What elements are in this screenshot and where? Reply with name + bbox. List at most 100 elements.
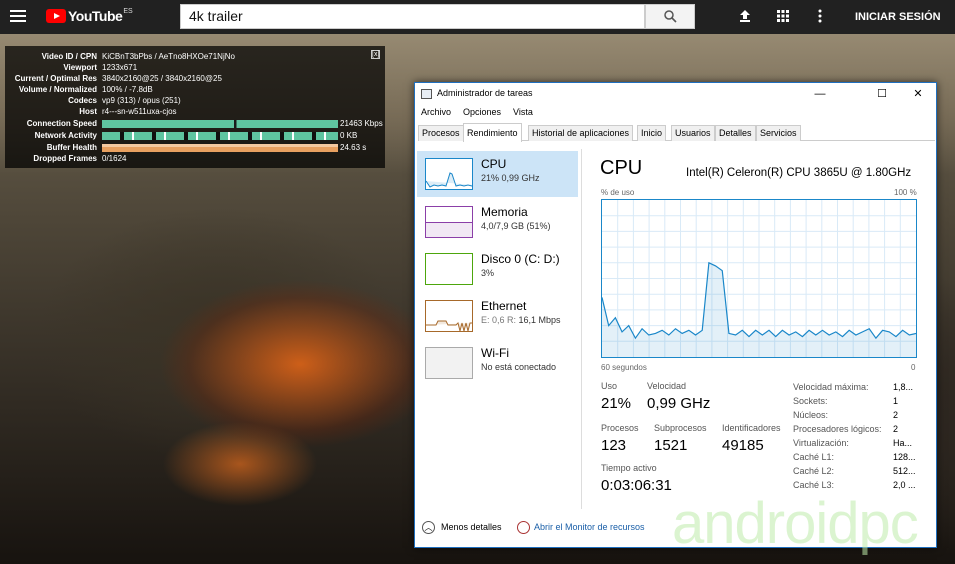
menu-archivo[interactable]: Archivo	[421, 107, 451, 117]
tab-procesos[interactable]: Procesos	[418, 125, 464, 141]
youtube-header: YouTube ES 4k trailer INICIAR SESIÓN	[0, 0, 955, 34]
graph-x-left: 60 segundos	[601, 363, 647, 372]
tab-inicio[interactable]: Inicio	[637, 125, 667, 141]
signin-button[interactable]: INICIAR SESIÓN	[855, 11, 941, 23]
ethernet-thumbnail-graph	[425, 300, 473, 332]
spec-label: Procesadores lógicos:	[793, 424, 882, 434]
network-activity-graph	[102, 132, 338, 140]
divider	[581, 149, 582, 509]
subprocesos-value: 1521	[654, 437, 688, 454]
youtube-play-icon	[46, 9, 66, 23]
uso-label: Uso	[601, 381, 618, 391]
search-button[interactable]	[645, 4, 695, 29]
minimize-button[interactable]: —	[805, 86, 835, 102]
sidebar-item-memoria[interactable]: Memoria 4,0/7,9 GB (51%)	[417, 199, 578, 245]
menu-opciones[interactable]: Opciones	[463, 107, 501, 117]
tab-servicios[interactable]: Servicios	[756, 125, 801, 141]
stat-label: Video ID / CPN	[41, 52, 97, 61]
sidebar-item-ethernet[interactable]: Ethernet E: 0,6 R: 16,1 Mbps	[417, 293, 578, 339]
stat-value: vp9 (313) / opus (251)	[102, 96, 181, 105]
spec-label: Caché L2:	[793, 466, 835, 476]
youtube-logo[interactable]: YouTube ES	[46, 8, 133, 24]
stat-value: 3840x2160@25 / 3840x2160@25	[102, 74, 222, 83]
identificadores-label: Identificadores	[722, 423, 781, 433]
stat-value: 0 KB	[340, 131, 358, 140]
stat-label: Host	[79, 107, 97, 116]
connection-speed-graph	[102, 120, 338, 128]
velocidad-value: 0,99 GHz	[647, 395, 711, 412]
memory-thumbnail-graph	[425, 206, 473, 238]
procesos-label: Procesos	[601, 423, 639, 433]
sidebar-item-sub: 21% 0,99 GHz	[481, 173, 540, 183]
stat-value: 1233x671	[102, 63, 138, 72]
spec-value: 1	[893, 396, 899, 406]
sidebar-item-cpu[interactable]: CPU 21% 0,99 GHz	[417, 151, 578, 197]
tab-usuarios[interactable]: Usuarios	[671, 125, 715, 141]
spec-value: 2	[893, 424, 899, 434]
spec-value: 1,8...	[893, 382, 914, 392]
ethernet-send-receive-label: E: 0,6 R:	[481, 315, 517, 325]
title-bar[interactable]: Administrador de tareas — ☐ ✕	[415, 83, 936, 105]
wifi-thumbnail-graph	[425, 347, 473, 379]
cpu-thumbnail-graph	[425, 158, 473, 190]
menu-vista[interactable]: Vista	[513, 107, 533, 117]
spec-value: 2	[893, 410, 899, 420]
chevron-up-icon[interactable]: ︿	[422, 521, 435, 534]
stat-label: Buffer Health	[46, 143, 97, 152]
sidebar-item-label: Wi-Fi	[481, 346, 509, 360]
spec-label: Núcleos:	[793, 410, 829, 420]
youtube-logo-text: YouTube	[68, 8, 123, 24]
spec-value: 2,0 ...	[893, 480, 916, 490]
search-icon	[663, 10, 677, 23]
tab-detalles[interactable]: Detalles	[715, 125, 756, 141]
stat-label: Codecs	[68, 96, 97, 105]
apps-grid-icon[interactable]	[775, 8, 791, 24]
more-options-icon[interactable]	[812, 8, 828, 24]
less-details-link[interactable]: Menos detalles	[441, 522, 502, 532]
close-button[interactable]: ✕	[903, 86, 933, 102]
tab-historial[interactable]: Historial de aplicaciones	[528, 125, 634, 141]
stat-label: Dropped Frames	[33, 154, 97, 163]
sidebar-item-label: CPU	[481, 157, 507, 171]
close-icon[interactable]: [x]	[371, 50, 380, 59]
tab-bar: Procesos Rendimiento Historial de aplica…	[418, 123, 935, 142]
buffer-health-graph	[102, 144, 338, 152]
stat-label: Connection Speed	[26, 119, 97, 128]
tiempo-activo-label: Tiempo activo	[601, 463, 657, 473]
identificadores-value: 49185	[722, 437, 764, 454]
graph-y-label: % de uso	[601, 188, 635, 197]
spec-label: Caché L3:	[793, 480, 835, 490]
task-manager-icon	[421, 89, 432, 99]
window-title: Administrador de tareas	[437, 88, 533, 98]
stat-value: r4---sn-w511uxa-cjos	[102, 107, 177, 116]
sidebar-item-label: Disco 0 (C: D:)	[481, 252, 560, 266]
stat-value: KiCBnT3bPbs / AeTno8HXOe71NjNo	[102, 52, 235, 61]
graph-x-right: 0	[911, 363, 916, 372]
search-input[interactable]: 4k trailer	[180, 4, 645, 29]
graph-y-max: 100 %	[894, 188, 917, 197]
maximize-button[interactable]: ☐	[867, 86, 897, 102]
spec-label: Velocidad máxima:	[793, 382, 869, 392]
sidebar-item-label: Ethernet	[481, 299, 527, 313]
upload-icon[interactable]	[737, 8, 753, 24]
disk-thumbnail-graph	[425, 253, 473, 285]
hamburger-menu-icon[interactable]	[10, 10, 26, 23]
stat-label: Volume / Normalized	[18, 85, 97, 94]
stat-value: 21463 Kbps	[340, 119, 383, 128]
sidebar-item-wifi[interactable]: Wi-Fi No está conectado	[417, 340, 578, 386]
sidebar-item-sub: 4,0/7,9 GB (51%)	[481, 221, 551, 231]
ethernet-receive-value: 16,1 Mbps	[518, 315, 561, 325]
resource-monitor-link[interactable]: Abrir el Monitor de recursos	[534, 522, 645, 532]
tab-rendimiento[interactable]: Rendimiento	[463, 123, 522, 142]
stat-label: Network Activity	[34, 131, 97, 140]
spec-value: 128...	[893, 452, 916, 462]
tiempo-activo-value: 0:03:06:31	[601, 477, 672, 494]
stat-value: 24.63 s	[340, 143, 367, 152]
resource-monitor-icon	[517, 521, 530, 534]
sidebar-item-disco[interactable]: Disco 0 (C: D:) 3%	[417, 246, 578, 292]
sidebar-item-sub: No está conectado	[481, 362, 557, 372]
page-title: CPU	[600, 157, 643, 179]
task-manager-window: Administrador de tareas — ☐ ✕ Archivo Op…	[414, 82, 937, 548]
stat-label: Viewport	[63, 63, 97, 72]
region-code: ES	[123, 7, 133, 15]
